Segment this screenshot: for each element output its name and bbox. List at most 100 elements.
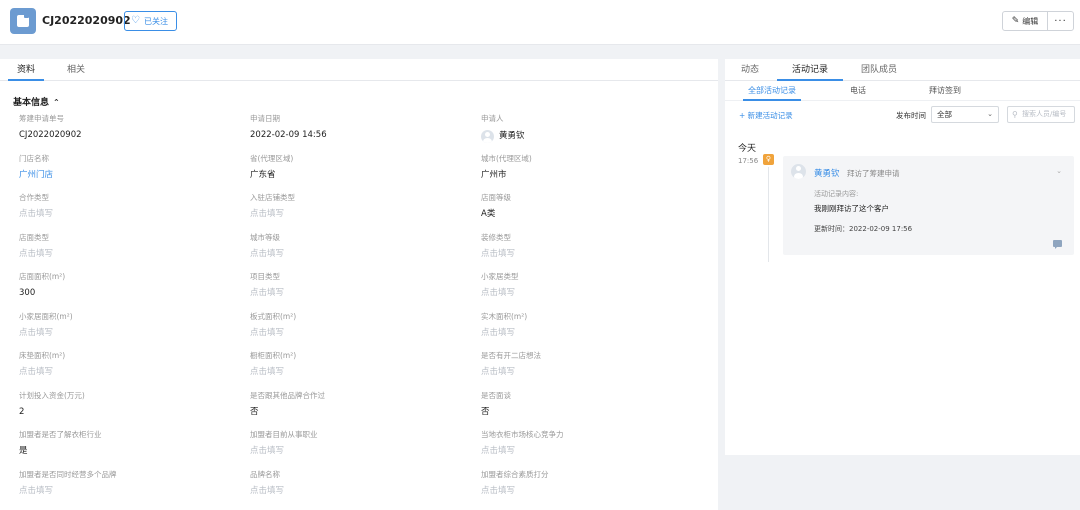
field-input-placeholder[interactable]: 点击填写 (481, 288, 701, 299)
select-value: 全部 (937, 110, 952, 119)
tab-activity-records[interactable]: 活动记录 (777, 59, 843, 81)
field-label: 店面类型 (19, 232, 49, 242)
tab-info[interactable]: 资料 (8, 59, 44, 81)
section-basic-info[interactable]: 基本信息 ⌃ (13, 95, 60, 108)
field-label: 合作类型 (19, 193, 49, 202)
logo-icon (10, 8, 36, 34)
publish-time-select[interactable]: 全部 ⌄ (931, 106, 999, 123)
follow-button[interactable]: ♡ 已关注 (124, 11, 177, 31)
field-label: 申请日期 (250, 114, 280, 123)
field-value: 是 (19, 446, 28, 456)
field-label: 加盟者目前从事职业 (250, 430, 318, 439)
comment-icon[interactable] (1053, 240, 1062, 249)
field-item: 品牌名称 点击填写 (250, 470, 470, 497)
new-activity-link[interactable]: + 新建活动记录 (739, 110, 793, 121)
field-item: 是否有开二店想法 点击填写 (481, 351, 701, 378)
field-input-placeholder[interactable]: 点击填写 (250, 209, 470, 220)
field-label: 橱柜面积(m²) (250, 351, 297, 360)
field-input-placeholder[interactable]: 点击填写 (19, 367, 239, 378)
tab-team-members[interactable]: 团队成员 (849, 59, 909, 81)
pin-icon: ♀ (763, 154, 774, 165)
search-icon: ⚲ (1012, 110, 1018, 119)
field-label: 板式面积(m²) (250, 311, 297, 321)
user-avatar-icon (791, 164, 806, 179)
field-item: 店面等级 A类 (481, 193, 701, 220)
field-input-placeholder[interactable]: 点击填写 (19, 249, 239, 260)
subtab-visit-checkin[interactable]: 拜访签到 (921, 81, 969, 101)
details-tabs: 资料 相关 (0, 59, 718, 81)
field-label: 是否跟其他品牌合作过 (250, 390, 325, 400)
field-label: 当地衣柜市场核心竞争力 (481, 430, 564, 439)
activity-action: 拜访了筹建申请 (847, 169, 900, 178)
field-item: 计划投入资金(万元) 2 (19, 391, 239, 418)
field-input-placeholder[interactable]: 点击填写 (250, 446, 470, 457)
page-title: CJ2022020902 (42, 14, 131, 27)
field-value-link[interactable]: 广州门店 (19, 170, 239, 181)
activity-updated-time: 更新时间：2022-02-09 17:56 (814, 225, 913, 233)
field-input-placeholder[interactable]: 点击填写 (481, 249, 701, 260)
field-label: 城市等级 (250, 232, 280, 242)
field-label: 实木面积(m²) (481, 311, 528, 321)
field-label: 小家居类型 (481, 272, 519, 281)
field-input-placeholder[interactable]: 点击填写 (19, 486, 239, 497)
field-input-placeholder[interactable]: 点击填写 (250, 328, 470, 339)
details-panel: 资料 相关 基本信息 ⌃ 筹建申请单号 CJ2022020902 申请日期 2022-0… (0, 59, 718, 510)
field-label: 省(代理区域) (250, 153, 294, 163)
edit-button[interactable]: ✎ 编辑 (1002, 11, 1048, 31)
field-item: 加盟者目前从事职业点击填写 (250, 430, 470, 457)
field-item: 加盟者是否同时经营多个品牌点击填写 (19, 470, 239, 497)
field-input-placeholder[interactable]: 点击填写 (250, 249, 470, 260)
field-value: 广东省 (250, 169, 276, 180)
field-item: 申请人黄勇钦 (481, 114, 701, 143)
more-icon: ··· (1054, 15, 1067, 27)
field-item: 城市等级 点击填写 (250, 233, 470, 260)
field-label: 装修类型 (481, 232, 511, 242)
field-item: 筹建申请单号 CJ2022020902 (19, 114, 239, 141)
more-button[interactable]: ··· (1047, 11, 1074, 31)
field-input-placeholder[interactable]: 点击填写 (250, 367, 470, 378)
field-input-placeholder[interactable]: 点击填写 (19, 209, 239, 220)
field-value: 300 (19, 288, 36, 298)
field-label: 入驻店铺类型 (250, 193, 295, 202)
field-input-placeholder[interactable]: 点击填写 (481, 446, 701, 457)
field-value: 2 (19, 406, 25, 417)
field-item: 店面类型 点击填写 (19, 233, 239, 260)
field-input-placeholder[interactable]: 点击填写 (19, 328, 239, 339)
chevron-down-icon[interactable]: ⌄ (1056, 167, 1062, 175)
field-label: 申请人 (481, 114, 504, 123)
activity-author[interactable]: 黄勇钦 (814, 167, 840, 179)
activity-card[interactable]: 黄勇钦 拜访了筹建申请 ⌄ 活动记录内容: 我刚刚拜访了这个客户 更新时间：20… (783, 156, 1074, 255)
field-input-placeholder[interactable]: 点击填写 (481, 486, 701, 497)
record-header: CJ2022020902 ♡ 已关注 ✎ 编辑 ··· (0, 0, 1080, 45)
field-item: 床垫面积(m²) 点击填写 (19, 351, 239, 378)
activity-content-label: 活动记录内容: (814, 190, 859, 198)
subtab-phone[interactable]: 电话 (841, 81, 875, 101)
field-item: 项目类型 点击填写 (250, 272, 470, 299)
subtab-all-records[interactable]: 全部活动记录 (743, 81, 801, 101)
field-item: 城市(代理区域) 广州市 (481, 154, 701, 181)
field-item: 小家居面积(m²) 点击填写 (19, 312, 239, 339)
activity-tabs: 动态 活动记录 团队成员 (725, 59, 1080, 81)
field-label: 筹建申请单号 (19, 114, 64, 123)
field-value-text: 黄勇钦 (499, 131, 525, 141)
field-item: 店面面积(m²) 300 (19, 272, 239, 299)
field-input-placeholder[interactable]: 点击填写 (250, 486, 470, 497)
field-item: 装修类型 点击填写 (481, 233, 701, 260)
field-item: 板式面积(m²) 点击填写 (250, 312, 470, 339)
follow-label: 已关注 (143, 16, 168, 26)
field-value: CJ2022020902 (19, 130, 82, 140)
field-input-placeholder[interactable]: 点击填写 (481, 367, 701, 378)
field-label: 加盟者是否同时经营多个品牌 (19, 469, 117, 479)
tab-related[interactable]: 相关 (58, 59, 94, 81)
publish-time-label: 发布时间 (896, 111, 926, 120)
field-input-placeholder[interactable]: 点击填写 (481, 328, 701, 339)
search-input[interactable]: ⚲ 搜索人员/编号 (1007, 106, 1075, 123)
activity-panel: 动态 活动记录 团队成员 全部活动记录 电话 拜访签到 + 新建活动记录 发布时… (725, 59, 1080, 455)
search-placeholder: 搜索人员/编号 (1022, 110, 1067, 118)
field-input-placeholder[interactable]: 点击填写 (250, 288, 470, 299)
field-label: 加盟者是否了解衣柜行业 (19, 430, 102, 439)
activity-subtabs: 全部活动记录 电话 拜访签到 (725, 81, 1080, 101)
field-item: 当地衣柜市场核心竞争力点击填写 (481, 430, 701, 457)
tab-feed[interactable]: 动态 (730, 59, 770, 81)
field-value[interactable]: 黄勇钦 (481, 130, 701, 143)
